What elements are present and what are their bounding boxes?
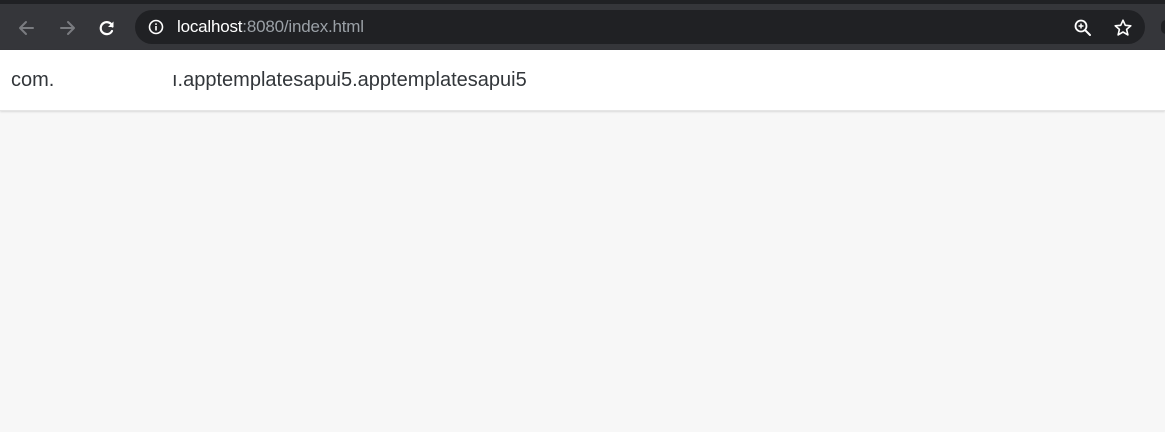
zoom-icon[interactable]: [1073, 18, 1093, 38]
url-host: localhost: [177, 17, 243, 36]
app-title-prefix: com.: [11, 69, 55, 91]
browser-toolbar: localhost:8080/index.html: [0, 0, 1165, 50]
app-title-suffix: ı.apptemplatesapui5.apptemplatesapui5: [172, 69, 527, 91]
address-bar[interactable]: localhost:8080/index.html: [135, 10, 1145, 44]
app-content-area: [0, 111, 1165, 432]
profile-avatar-edge[interactable]: [1161, 20, 1165, 34]
star-icon[interactable]: [1113, 18, 1133, 38]
url-path: :8080/index.html: [242, 17, 364, 36]
forward-arrow-icon[interactable]: [54, 15, 80, 41]
info-icon[interactable]: [148, 19, 164, 35]
app-shell-bar: com. ı.apptemplatesapui5.apptemplatesapu…: [0, 50, 1165, 111]
url-text[interactable]: localhost:8080/index.html: [177, 10, 364, 44]
reload-icon[interactable]: [94, 15, 120, 41]
back-arrow-icon[interactable]: [14, 15, 40, 41]
